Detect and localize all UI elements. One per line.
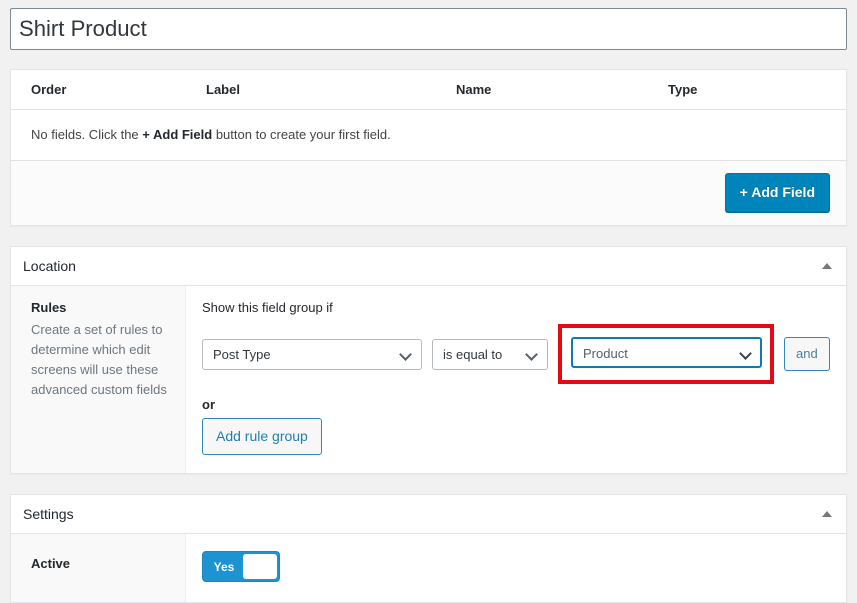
active-toggle-switch[interactable]: Yes: [202, 551, 280, 582]
location-panel-header[interactable]: Location: [11, 247, 846, 286]
or-separator-label: or: [202, 397, 215, 412]
rule-operator-select[interactable]: is equal to: [432, 338, 548, 370]
add-rule-group-button[interactable]: Add rule group: [202, 418, 322, 455]
location-panel: Location Rules Create a set of rules to …: [10, 246, 847, 474]
active-content-column: Yes: [186, 534, 846, 602]
rule-param-select[interactable]: Post Type: [202, 338, 422, 370]
active-toggle-state-label: Yes: [213, 559, 235, 574]
active-label: Active: [31, 556, 71, 571]
field-group-title-input[interactable]: [10, 8, 847, 50]
fields-table-head: Order Label Name Type: [11, 70, 846, 110]
column-header-label: Label: [206, 70, 456, 110]
column-header-type: Type: [668, 70, 846, 110]
rules-content-column: Show this field group if Post Type is eq…: [186, 286, 846, 473]
active-toggle-knob[interactable]: [243, 554, 277, 579]
settings-panel-body: Active Yes: [11, 534, 846, 602]
add-and-rule-button[interactable]: and: [784, 337, 830, 371]
fields-panel: Order Label Name Type No fields. Click t…: [10, 69, 847, 226]
settings-panel: Settings Active Yes: [10, 494, 847, 603]
rules-label-column: Rules Create a set of rules to determine…: [11, 286, 186, 473]
column-header-name: Name: [456, 70, 668, 110]
table-header-row: Order Label Name Type: [11, 70, 846, 110]
rules-description: Create a set of rules to determine which…: [31, 322, 167, 398]
title-field-wrapper: [0, 0, 857, 50]
empty-state-prefix: No fields. Click the: [31, 127, 143, 142]
empty-state-suffix: button to create your first field.: [212, 127, 391, 142]
location-panel-body: Rules Create a set of rules to determine…: [11, 286, 846, 473]
rule-row: Post Type is equal to Product and: [202, 324, 830, 384]
add-field-button[interactable]: + Add Field: [724, 173, 830, 212]
fields-footer: + Add Field: [11, 161, 846, 225]
empty-state-row: No fields. Click the + Add Field button …: [11, 109, 846, 161]
rule-value-select[interactable]: Product: [571, 337, 762, 368]
column-header-order: Order: [11, 70, 206, 110]
location-panel-title: Location: [23, 258, 76, 274]
rules-label: Rules: [31, 300, 67, 315]
rules-caption: Show this field group if: [202, 300, 333, 315]
fields-table-body: No fields. Click the + Add Field button …: [11, 109, 846, 161]
triangle-up-icon[interactable]: [822, 511, 832, 517]
value-select-annotation-highlight: Product: [558, 324, 774, 384]
fields-table: Order Label Name Type No fields. Click t…: [11, 70, 846, 161]
empty-state-cell: No fields. Click the + Add Field button …: [11, 109, 846, 161]
triangle-up-icon[interactable]: [822, 263, 832, 269]
empty-state-add-field-text: + Add Field: [142, 127, 213, 142]
active-label-column: Active: [11, 534, 186, 602]
settings-panel-header[interactable]: Settings: [11, 495, 846, 534]
